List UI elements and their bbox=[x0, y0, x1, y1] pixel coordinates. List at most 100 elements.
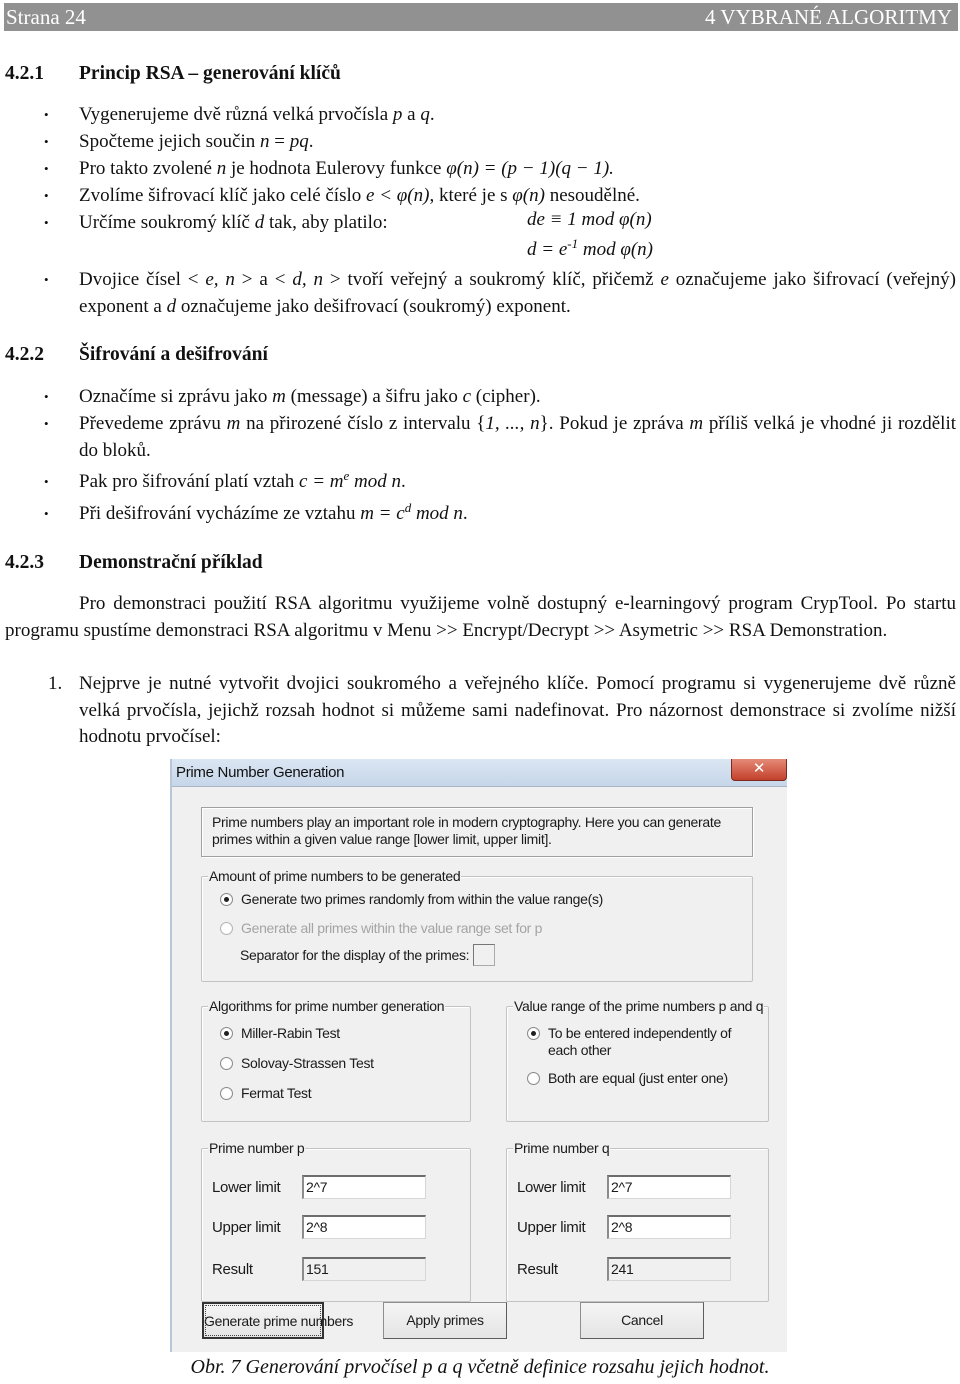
paragraph-text: Pro demonstraci použití RSA algoritmu vy… bbox=[5, 593, 956, 641]
cancel-button[interactable]: Cancel bbox=[580, 1302, 704, 1339]
section-heading-4-2-3: 4.2.3 Demonstrační příklad bbox=[5, 552, 263, 574]
radio-unselected-icon[interactable] bbox=[220, 1057, 233, 1070]
section-number: 4.2.3 bbox=[5, 552, 44, 573]
bullet-text: Zvolíme šifrovací klíč jako celé číslo e… bbox=[79, 185, 640, 206]
field-label: Upper limit bbox=[212, 1218, 281, 1236]
amount-group: Amount of prime numbers to be generated … bbox=[201, 868, 753, 982]
item-text: Nejprve je nutné vytvořit dvojici soukro… bbox=[79, 673, 956, 747]
radio-label: Solovay-Strassen Test bbox=[241, 1055, 374, 1071]
bullet-text: Označíme si zprávu jako m (message) a ši… bbox=[79, 386, 541, 407]
q-lower-row: Lower limit 2^7 bbox=[517, 1175, 731, 1199]
p-upper-limit-input[interactable]: 2^8 bbox=[302, 1215, 426, 1239]
q-lower-limit-input[interactable]: 2^7 bbox=[607, 1175, 731, 1199]
q-result-field: 241 bbox=[607, 1257, 731, 1281]
dialog-client: Prime numbers play an important role in … bbox=[172, 786, 787, 1352]
radio-selected-icon[interactable] bbox=[527, 1027, 540, 1040]
p-upper-row: Upper limit 2^8 bbox=[212, 1215, 426, 1239]
section-number: 4.2.2 bbox=[5, 344, 44, 365]
bullet-icon: • bbox=[44, 506, 49, 521]
bullet-text: Převedeme zprávu m na přirozené číslo z … bbox=[79, 413, 957, 461]
chapter-title: 4 VYBRANÉ ALGORITMY bbox=[705, 5, 952, 29]
bullet-text: Vygenerujeme dvě různá velká prvočísla p… bbox=[79, 104, 435, 125]
item-number: 1. bbox=[48, 673, 63, 694]
group-title: Prime number q bbox=[513, 1140, 611, 1156]
bullet-icon: • bbox=[44, 134, 49, 149]
intro-paragraph: Pro demonstraci použití RSA algoritmu vy… bbox=[5, 590, 956, 644]
close-x-icon: ✕ bbox=[752, 760, 766, 777]
section-heading-4-2-1: 4.2.1 Princip RSA – generování klíčů bbox=[5, 63, 341, 85]
prime-number-generation-dialog: Prime Number Generation ✕ Prime numbers … bbox=[170, 759, 787, 1352]
bullet-icon: • bbox=[44, 389, 49, 404]
radio-label: Miller-Rabin Test bbox=[241, 1025, 340, 1041]
bullet-text: Při dešifrování vycházíme ze vztahu m = … bbox=[79, 500, 468, 524]
radio-label: Generate two primes randomly from within… bbox=[241, 891, 604, 907]
value-range-group: Value range of the prime numbers p and q… bbox=[506, 998, 769, 1122]
radio-selected-icon[interactable] bbox=[220, 893, 233, 906]
algorithm-group: Algorithms for prime number generation M… bbox=[201, 998, 471, 1122]
radio-label: Both are equal (just enter one) bbox=[548, 1070, 728, 1086]
radio-label: Fermat Test bbox=[241, 1085, 312, 1101]
prime-q-group: Prime number q Lower limit 2^7 Upper lim… bbox=[506, 1140, 769, 1302]
radio-fermat[interactable]: Fermat Test bbox=[220, 1085, 312, 1101]
formula-congruence: de ≡ 1 mod φ(n) bbox=[527, 209, 652, 230]
section-title: Demonstrační příklad bbox=[79, 552, 263, 573]
q-upper-row: Upper limit 2^8 bbox=[517, 1215, 731, 1239]
group-title: Prime number p bbox=[208, 1140, 306, 1156]
field-label: Upper limit bbox=[517, 1218, 586, 1236]
bullet-text: Pak pro šifrování platí vztah c = me mod… bbox=[79, 468, 406, 492]
p-lower-row: Lower limit 2^7 bbox=[212, 1175, 426, 1199]
bullet-text: Dvojice čísel < e, n > a < d, n > tvoří … bbox=[79, 269, 956, 317]
field-label: Lower limit bbox=[212, 1178, 281, 1196]
p-lower-limit-input[interactable]: 2^7 bbox=[302, 1175, 426, 1199]
radio-label: Generate all primes within the value ran… bbox=[241, 920, 543, 936]
group-title: Value range of the prime numbers p and q bbox=[513, 998, 765, 1014]
section-title: Šifrování a dešifrování bbox=[79, 344, 268, 365]
q-upper-limit-input[interactable]: 2^8 bbox=[607, 1215, 731, 1239]
dialog-titlebar: Prime Number Generation ✕ bbox=[172, 759, 787, 786]
prime-p-group: Prime number p Lower limit 2^7 Upper lim… bbox=[201, 1140, 471, 1302]
radio-miller-rabin[interactable]: Miller-Rabin Test bbox=[220, 1025, 340, 1041]
radio-both-equal[interactable]: Both are equal (just enter one) bbox=[527, 1070, 728, 1086]
section-heading-4-2-2: 4.2.2 Šifrování a dešifrování bbox=[5, 344, 268, 366]
radio-independent[interactable]: To be entered independently of each othe… bbox=[527, 1025, 757, 1059]
bullet-icon: • bbox=[44, 474, 49, 489]
radio-solovay-strassen[interactable]: Solovay-Strassen Test bbox=[220, 1055, 374, 1071]
bullet-icon: • bbox=[44, 161, 49, 176]
figure-caption: Obr. 7 Generování prvočísel p a q včetně… bbox=[190, 1356, 770, 1378]
field-label: Result bbox=[517, 1260, 558, 1278]
apply-primes-button[interactable]: Apply primes bbox=[383, 1302, 507, 1339]
bullet-text: Určíme soukromý klíč d tak, aby platilo: bbox=[79, 212, 388, 233]
generate-prime-numbers-button[interactable]: Generate prime numbers bbox=[202, 1302, 353, 1339]
separator-label: Separator for the display of the primes: bbox=[240, 947, 470, 963]
separator-input[interactable] bbox=[473, 944, 496, 966]
bullet-icon: • bbox=[44, 188, 49, 203]
bullet-icon: • bbox=[44, 272, 49, 287]
bullet-icon: • bbox=[44, 107, 49, 122]
bullet-text: Spočteme jejich součin n = pq. bbox=[79, 131, 314, 152]
separator-row: Separator for the display of the primes: bbox=[240, 944, 496, 966]
group-title: Algorithms for prime number generation bbox=[208, 998, 446, 1014]
section-title: Princip RSA – generování klíčů bbox=[79, 63, 341, 84]
info-text: Prime numbers play an important role in … bbox=[201, 807, 753, 857]
radio-selected-icon[interactable] bbox=[220, 1027, 233, 1040]
group-title: Amount of prime numbers to be generated bbox=[208, 868, 462, 884]
bullet-icon: • bbox=[44, 215, 49, 230]
formula-inverse: d = e-1 mod φ(n) bbox=[527, 236, 653, 260]
close-button[interactable]: ✕ bbox=[731, 759, 787, 781]
section-number: 4.2.1 bbox=[5, 63, 44, 84]
p-result-field: 151 bbox=[302, 1257, 426, 1281]
radio-unselected-icon[interactable] bbox=[527, 1072, 540, 1085]
q-result-row: Result 241 bbox=[517, 1257, 731, 1281]
dialog-title: Prime Number Generation bbox=[176, 764, 345, 781]
radio-unselected-icon[interactable] bbox=[220, 1087, 233, 1100]
p-result-row: Result 151 bbox=[212, 1257, 426, 1281]
radio-unselected-icon[interactable] bbox=[220, 922, 233, 935]
page-number: Strana 24 bbox=[6, 5, 86, 29]
radio-generate-two[interactable]: Generate two primes randomly from within… bbox=[220, 891, 603, 907]
bullet-icon: • bbox=[44, 416, 49, 431]
bullet-text: Pro takto zvolené n je hodnota Eulerovy … bbox=[79, 158, 614, 179]
page-header: Strana 24 4 VYBRANÉ ALGORITMY bbox=[4, 3, 958, 31]
radio-generate-all[interactable]: Generate all primes within the value ran… bbox=[220, 920, 542, 936]
field-label: Lower limit bbox=[517, 1178, 586, 1196]
radio-label: To be entered independently of each othe… bbox=[548, 1025, 732, 1058]
